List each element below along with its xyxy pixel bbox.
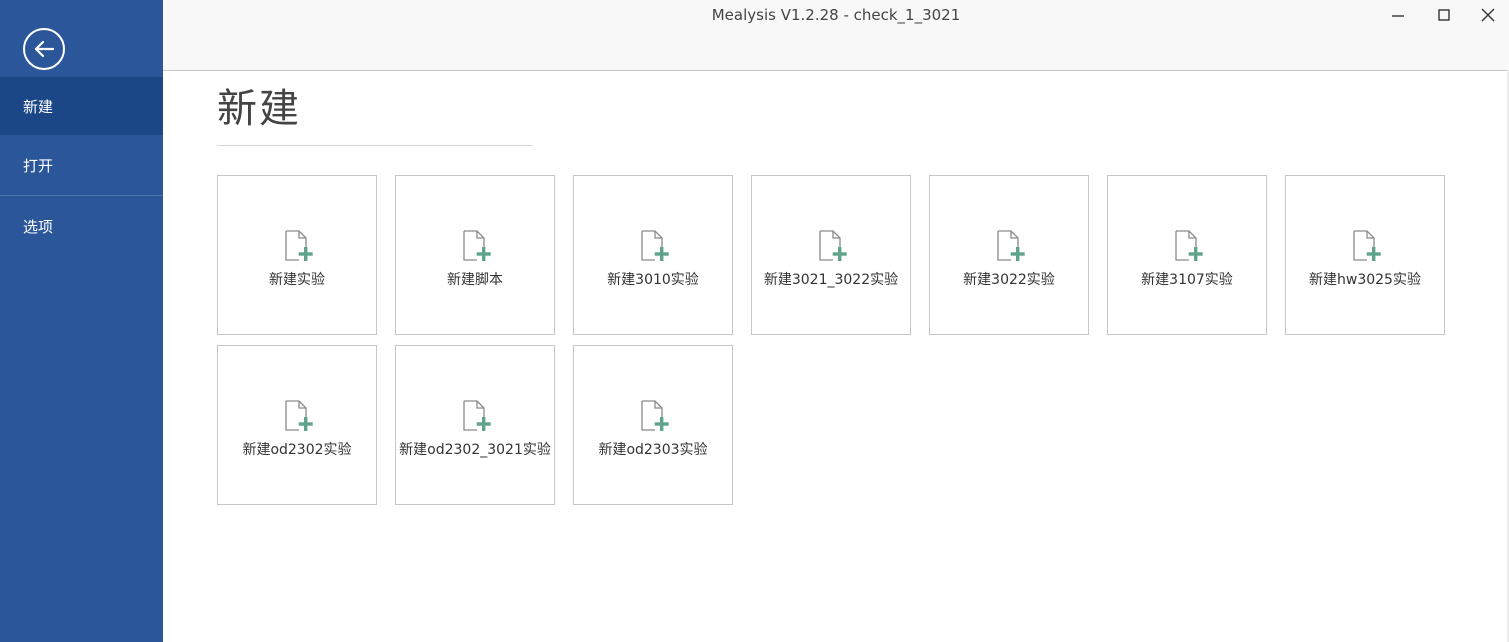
sidebar-item-label: 打开 xyxy=(23,156,54,175)
sidebar-item-label: 新建 xyxy=(23,97,54,116)
new-tile[interactable]: 新建3021_3022实验 xyxy=(751,175,911,335)
tile-label: 新建od2302实验 xyxy=(242,442,352,458)
back-button[interactable] xyxy=(23,28,65,70)
new-tile[interactable]: 新建实验 xyxy=(217,175,377,335)
tile-label: 新建脚本 xyxy=(447,272,503,288)
arrow-left-circle-icon xyxy=(34,40,55,58)
tile-label: 新建3010实验 xyxy=(607,272,699,288)
new-tile[interactable]: 新建hw3025实验 xyxy=(1285,175,1445,335)
minimize-button[interactable] xyxy=(1383,2,1413,28)
close-icon xyxy=(1481,8,1495,22)
title-bar: Mealysis V1.2.28 - check_1_3021 xyxy=(163,0,1509,71)
maximize-button[interactable] xyxy=(1429,2,1459,28)
new-document-plus-icon xyxy=(285,230,313,261)
page-title: 新建 xyxy=(217,86,301,132)
sidebar-divider xyxy=(0,195,163,196)
new-document-plus-icon xyxy=(997,230,1025,261)
new-document-plus-icon xyxy=(463,230,491,261)
window-title: Mealysis V1.2.28 - check_1_3021 xyxy=(711,6,961,24)
maximize-icon xyxy=(1438,9,1450,21)
sidebar: 新建 打开 选项 xyxy=(0,0,163,642)
sidebar-item-open[interactable]: 打开 xyxy=(0,136,163,194)
sidebar-item-label: 选项 xyxy=(23,217,54,236)
tile-label: 新建3107实验 xyxy=(1141,272,1233,288)
new-tile[interactable]: 新建od2303实验 xyxy=(573,345,733,505)
close-button[interactable] xyxy=(1473,2,1503,28)
new-tile[interactable]: 新建3022实验 xyxy=(929,175,1089,335)
title-divider xyxy=(217,145,532,146)
new-document-plus-icon xyxy=(285,400,313,431)
new-tile[interactable]: 新建od2302实验 xyxy=(217,345,377,505)
new-document-plus-icon xyxy=(641,230,669,261)
tile-label: 新建3021_3022实验 xyxy=(763,272,899,288)
new-document-plus-icon xyxy=(463,400,491,431)
new-document-plus-icon xyxy=(1353,230,1381,261)
new-document-plus-icon xyxy=(1175,230,1203,261)
tile-label: 新建3022实验 xyxy=(963,272,1055,288)
new-document-plus-icon xyxy=(819,230,847,261)
new-tile[interactable]: 新建3107实验 xyxy=(1107,175,1267,335)
tile-label: 新建hw3025实验 xyxy=(1309,272,1421,288)
tile-label: 新建od2303实验 xyxy=(598,442,708,458)
new-tile[interactable]: 新建od2302_3021实验 xyxy=(395,345,555,505)
new-tile[interactable]: 新建脚本 xyxy=(395,175,555,335)
tile-label: 新建od2302_3021实验 xyxy=(399,442,551,458)
tile-label: 新建实验 xyxy=(269,272,325,288)
sidebar-item-options[interactable]: 选项 xyxy=(0,197,163,255)
new-tile[interactable]: 新建3010实验 xyxy=(573,175,733,335)
sidebar-item-new[interactable]: 新建 xyxy=(0,77,163,135)
new-document-plus-icon xyxy=(641,400,669,431)
minimize-icon xyxy=(1392,15,1404,17)
